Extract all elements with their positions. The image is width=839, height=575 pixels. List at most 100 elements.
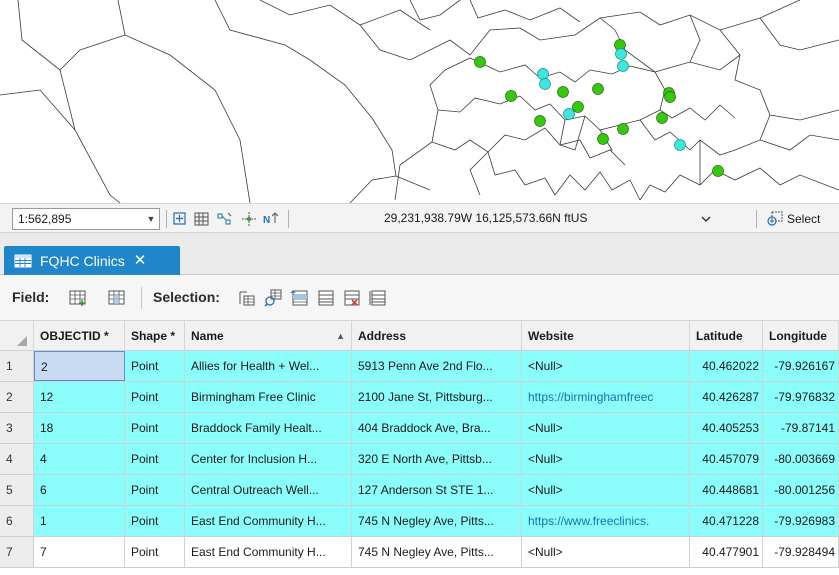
column-header[interactable]: Longitude [763,321,839,351]
table-row[interactable]: 4 4 Point Center for Inclusion H... 320 E No… [0,444,839,475]
cell-name[interactable]: East End Community H... [185,506,352,536]
cell-name[interactable]: East End Community H... [185,537,352,567]
cell-lon[interactable]: -80.001256 [763,475,839,505]
constraints-icon[interactable] [240,210,258,228]
select-all-icon[interactable] [316,288,336,308]
cell-address[interactable]: 2100 Jane St, Pittsburg... [352,382,522,412]
table-row[interactable]: 7 7 Point East End Community H... 745 N Negl… [0,537,839,568]
cell-objectid[interactable]: 18 [34,413,125,443]
row-number[interactable]: 4 [0,444,34,474]
cell-objectid[interactable]: 2 [34,351,125,381]
column-header[interactable]: OBJECTID * [34,321,125,351]
cell-lon[interactable]: -79.976832 [763,382,839,412]
table-row[interactable]: 1 2 Point Allies for Health + Wel... 5913 Pe… [0,351,839,382]
delete-selection-icon[interactable] [368,288,388,308]
cell-address[interactable]: 5913 Penn Ave 2nd Flo... [352,351,522,381]
clinic-point [664,91,676,103]
select-by-rectangle-icon [767,211,783,226]
cell-lon[interactable]: -79.926167 [763,351,839,381]
cell-address[interactable]: 745 N Negley Ave, Pitts... [352,537,522,567]
switch-selection-icon[interactable] [290,288,310,308]
cell-website[interactable]: <Null> [522,444,690,474]
column-header-name[interactable]: Name ▲ [185,321,352,351]
cell-website[interactable]: <Null> [522,475,690,505]
row-number[interactable]: 3 [0,413,34,443]
cell-shape[interactable]: Point [125,537,185,567]
map-canvas[interactable] [0,0,839,203]
zoom-to-selection-icon[interactable] [263,288,283,308]
add-field-icon[interactable] [68,288,88,308]
table-row[interactable]: 5 6 Point Central Outreach Well... 127 Ander… [0,475,839,506]
row-number[interactable]: 7 [0,537,34,567]
cell-name[interactable]: Central Outreach Well... [185,475,352,505]
cell-lon[interactable]: -79.926983 [763,506,839,536]
fixed-zoom-in-icon[interactable] [172,210,190,228]
cell-address[interactable]: 745 N Negley Ave, Pitts... [352,506,522,536]
map-view[interactable] [0,0,839,203]
row-number[interactable]: 5 [0,475,34,505]
table-row[interactable]: 3 18 Point Braddock Family Healt... 404 Brad… [0,413,839,444]
cell-website[interactable]: <Null> [522,351,690,381]
scale-selector[interactable]: 1:562,895 ▼ [12,208,160,230]
row-number[interactable]: 6 [0,506,34,536]
clinic-point [539,78,551,90]
cell-website[interactable]: https://www.freeclinics. [522,506,690,536]
cell-shape[interactable]: Point [125,382,185,412]
select-button[interactable]: Select [766,209,820,229]
cell-shape[interactable]: Point [125,413,185,443]
select-label: Select [787,212,821,226]
cell-website[interactable]: <Null> [522,413,690,443]
north-arrow-icon[interactable]: N [262,210,280,228]
cell-lat[interactable]: 40.448681 [690,475,763,505]
select-by-attributes-icon[interactable] [237,288,257,308]
cell-website[interactable]: https://birminghamfreec [522,382,690,412]
cell-lat[interactable]: 40.462022 [690,351,763,381]
cell-shape[interactable]: Point [125,351,185,381]
column-header[interactable]: Address [352,321,522,351]
close-icon[interactable]: ✕ [134,253,147,268]
column-header[interactable]: Shape * [125,321,185,351]
clinic-point [557,86,569,98]
cell-objectid[interactable]: 4 [34,444,125,474]
cell-name[interactable]: Center for Inclusion H... [185,444,352,474]
cell-website[interactable]: <Null> [522,537,690,567]
cell-lon[interactable]: -79.928494 [763,537,839,567]
cell-lat[interactable]: 40.477901 [690,537,763,567]
cell-shape[interactable]: Point [125,444,185,474]
cell-objectid[interactable]: 7 [34,537,125,567]
cell-name[interactable]: Birmingham Free Clinic [185,382,352,412]
cell-objectid[interactable]: 6 [34,475,125,505]
cell-address[interactable]: 127 Anderson St STE 1... [352,475,522,505]
snapping-icon[interactable] [216,210,234,228]
cell-address[interactable]: 320 E North Ave, Pittsb... [352,444,522,474]
cell-objectid[interactable]: 12 [34,382,125,412]
column-header-label: Name [191,329,224,343]
cell-name[interactable]: Allies for Health + Wel... [185,351,352,381]
cell-address[interactable]: 404 Braddock Ave, Bra... [352,413,522,443]
tab-fqhc-clinics[interactable]: FQHC Clinics ✕ [4,246,180,275]
chevron-down-icon[interactable]: ▼ [143,214,159,224]
cell-name[interactable]: Braddock Family Healt... [185,413,352,443]
column-header[interactable]: Website [522,321,690,351]
cell-lon[interactable]: -79.87141 [763,413,839,443]
grid-icon[interactable] [193,210,211,228]
table-row[interactable]: 2 12 Point Birmingham Free Clinic 2100 Jane … [0,382,839,413]
cell-shape[interactable]: Point [125,506,185,536]
cell-lat[interactable]: 40.405253 [690,413,763,443]
select-all-corner[interactable] [0,321,34,351]
cell-lat[interactable]: 40.426287 [690,382,763,412]
cell-lat[interactable]: 40.457079 [690,444,763,474]
cell-lat[interactable]: 40.471228 [690,506,763,536]
column-header[interactable]: Latitude [690,321,763,351]
attribute-table[interactable]: OBJECTID * Shape * Name ▲ Address Websit… [0,321,839,575]
cell-objectid[interactable]: 1 [34,506,125,536]
cell-shape[interactable]: Point [125,475,185,505]
row-number[interactable]: 1 [0,351,34,381]
clear-selection-icon[interactable] [342,288,362,308]
table-row[interactable]: 6 1 Point East End Community H... 745 N Negl… [0,506,839,537]
calculate-field-icon[interactable] [107,288,127,308]
scale-value[interactable]: 1:562,895 [13,212,143,226]
cell-lon[interactable]: -80.003669 [763,444,839,474]
chevron-down-icon[interactable] [699,212,713,226]
row-number[interactable]: 2 [0,382,34,412]
